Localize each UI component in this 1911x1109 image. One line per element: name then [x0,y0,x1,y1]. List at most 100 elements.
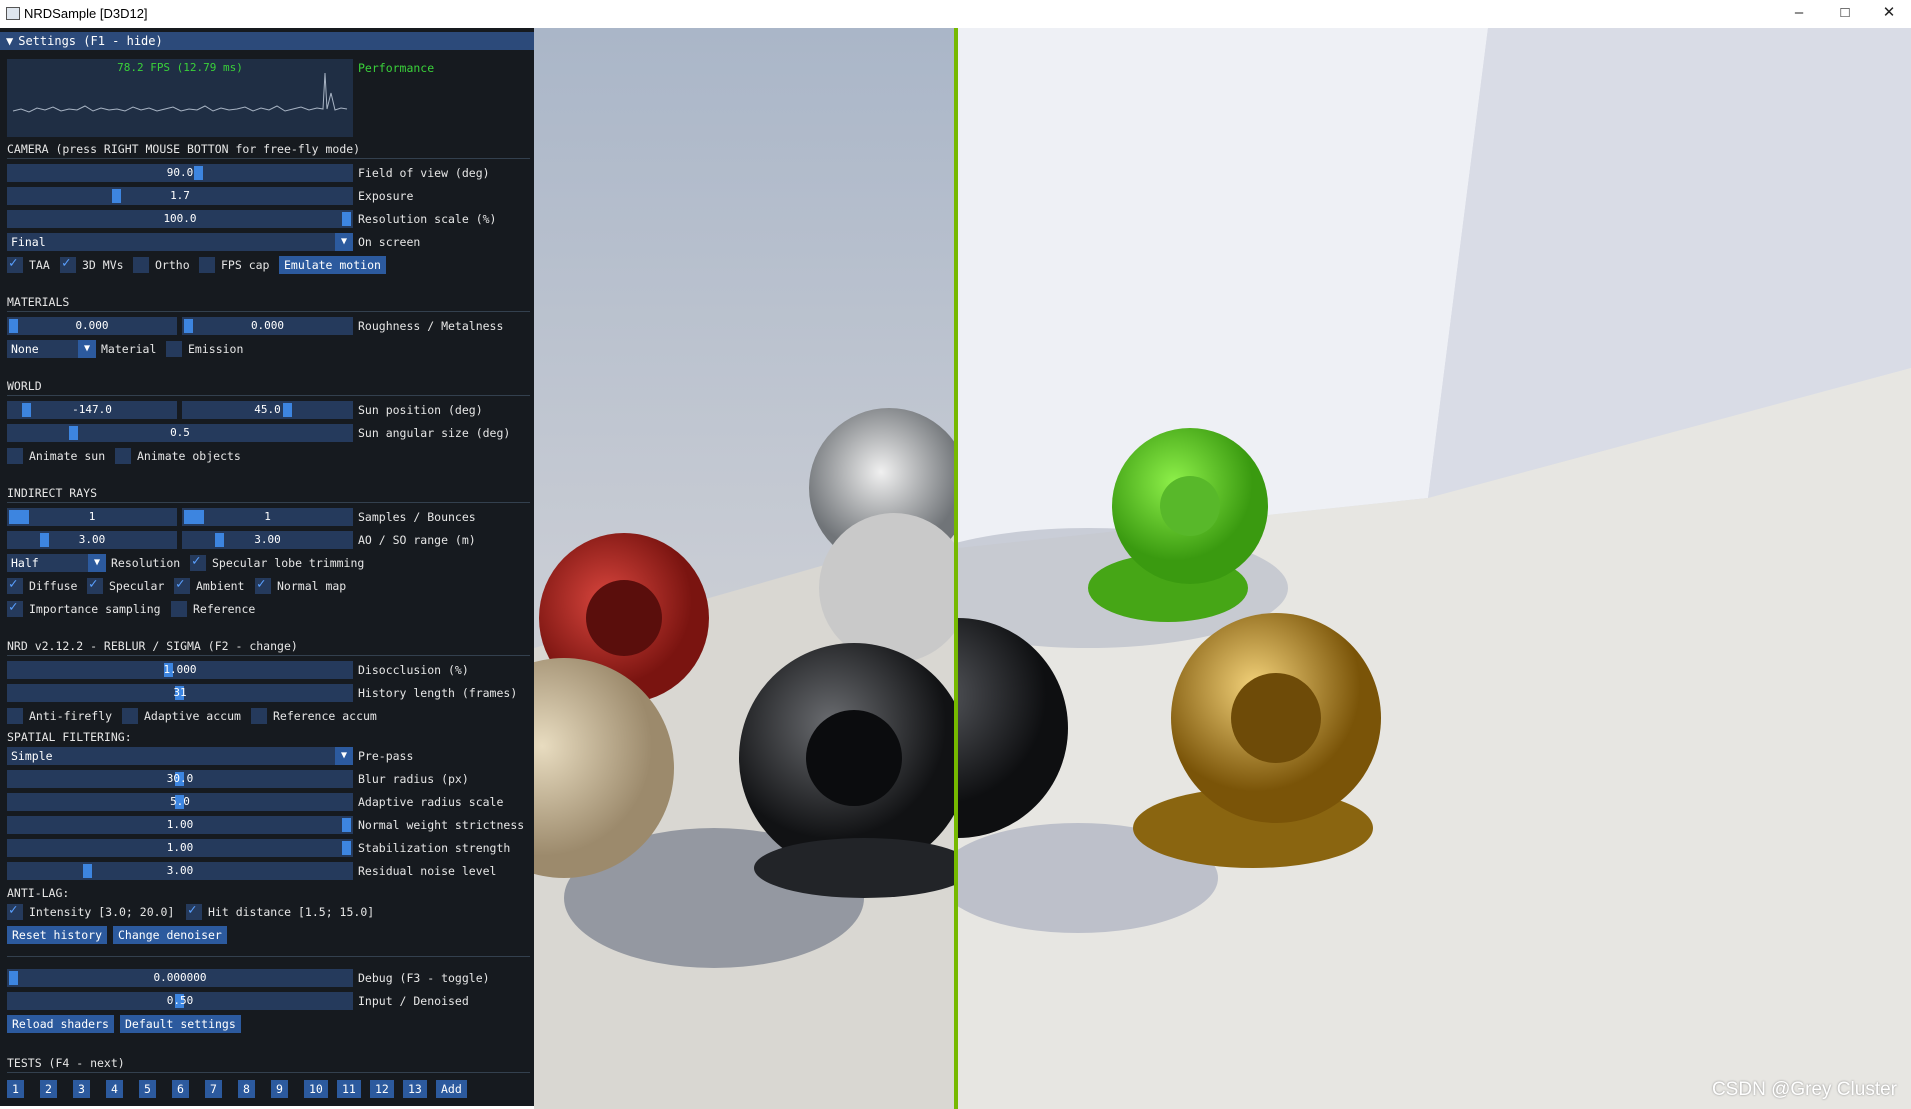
animate-sun-checkbox[interactable] [7,448,23,464]
specular-checkbox[interactable] [87,576,103,594]
minimize-button[interactable]: – [1777,0,1821,28]
slider-grab[interactable] [22,403,31,417]
test-button-12[interactable]: 12 [370,1080,394,1098]
samples-slider[interactable]: 1 [7,508,177,526]
fov-slider[interactable]: 90.0 [7,164,353,182]
adaptive-accum-checkbox[interactable] [122,708,138,724]
disocclusion-slider[interactable]: 1.000 [7,661,353,679]
slider-grab[interactable] [184,510,204,524]
residual-noise-slider[interactable]: 3.00 [7,862,353,880]
slider-grab[interactable] [83,864,92,878]
slider-grab[interactable] [342,818,351,832]
metalness-slider[interactable]: 0.000 [182,317,353,335]
render-viewport[interactable]: CSDN @Grey Cluster [534,28,1911,1109]
collapse-arrow-icon[interactable]: ▼ [6,34,13,48]
slider-grab[interactable] [184,319,193,333]
input-denoised-slider[interactable]: 0.50 [7,992,353,1010]
default-settings-button[interactable]: Default settings [120,1015,241,1033]
add-test-button[interactable]: Add [436,1080,467,1098]
reload-shaders-button[interactable]: Reload shaders [7,1015,114,1033]
prepass-label: Pre-pass [358,749,414,763]
test-button-2[interactable]: 2 [40,1080,57,1098]
so-range-slider[interactable]: 3.00 [182,531,353,549]
blur-radius-slider[interactable]: 30.0 [7,770,353,788]
emulate-motion-button[interactable]: Emulate motion [279,256,386,274]
settings-header[interactable]: ▼ Settings (F1 - hide) [0,32,534,50]
fov-value: 90.0 [166,166,194,179]
3d-mvs-checkbox[interactable] [60,255,76,273]
slider-grab[interactable] [342,841,351,855]
debug-slider[interactable]: 0.000000 [7,969,353,987]
sun-azimuth-slider[interactable]: -147.0 [7,401,177,419]
window-title: NRDSample [D3D12] [24,6,148,21]
slider-grab[interactable] [40,533,49,547]
slider-grab[interactable] [9,510,29,524]
test-button-6[interactable]: 6 [172,1080,189,1098]
on-screen-value: Final [11,235,46,249]
slider-grab[interactable] [9,319,18,333]
material-combo[interactable]: None ▼ [7,340,96,358]
dropdown-arrow-icon[interactable]: ▼ [88,554,106,572]
normal-map-checkbox[interactable] [255,576,271,594]
dropdown-arrow-icon[interactable]: ▼ [335,747,353,765]
ao-range-slider[interactable]: 3.00 [7,531,177,549]
prepass-combo[interactable]: Simple ▼ [7,747,353,765]
stabilization-slider[interactable]: 1.00 [7,839,353,857]
test-button-7[interactable]: 7 [205,1080,222,1098]
diffuse-checkbox[interactable] [7,576,23,594]
taa-label: TAA [29,258,50,272]
test-button-8[interactable]: 8 [238,1080,255,1098]
close-button[interactable]: ✕ [1867,0,1911,28]
sun-angular-size-slider[interactable]: 0.5 [7,424,353,442]
history-length-slider[interactable]: 31 [7,684,353,702]
dropdown-arrow-icon[interactable]: ▼ [78,340,96,358]
slider-grab[interactable] [9,971,18,985]
test-button-10[interactable]: 10 [304,1080,328,1098]
test-button-3[interactable]: 3 [73,1080,90,1098]
test-button-11[interactable]: 11 [337,1080,361,1098]
settings-title: Settings (F1 - hide) [18,34,163,48]
specular-lobe-checkbox[interactable] [190,553,206,571]
bounces-slider[interactable]: 1 [182,508,353,526]
slider-grab[interactable] [215,533,224,547]
animate-objects-checkbox[interactable] [115,448,131,464]
hit-distance-label: Hit distance [1.5; 15.0] [208,905,375,919]
change-denoiser-button[interactable]: Change denoiser [113,926,227,944]
emission-checkbox[interactable] [166,341,182,357]
test-button-4[interactable]: 4 [106,1080,123,1098]
slider-grab[interactable] [283,403,292,417]
metalness-value: 0.000 [250,319,285,332]
ambient-checkbox[interactable] [174,576,190,594]
slider-grab[interactable] [112,189,121,203]
test-button-1[interactable]: 1 [7,1080,24,1098]
reset-history-button[interactable]: Reset history [7,926,108,944]
ortho-label: Ortho [155,258,190,272]
test-button-5[interactable]: 5 [139,1080,156,1098]
taa-checkbox[interactable] [7,255,23,273]
test-button-9[interactable]: 9 [271,1080,288,1098]
ortho-checkbox[interactable] [133,257,149,273]
slider-grab[interactable] [69,426,78,440]
anti-firefly-checkbox[interactable] [7,708,23,724]
fps-cap-checkbox[interactable] [199,257,215,273]
sun-elevation-slider[interactable]: 45.0 [182,401,353,419]
test-button-13[interactable]: 13 [403,1080,427,1098]
normal-weight-slider[interactable]: 1.00 [7,816,353,834]
adaptive-radius-slider[interactable]: 5.0 [7,793,353,811]
reference-checkbox[interactable] [171,601,187,617]
resolution-combo[interactable]: Half ▼ [7,554,106,572]
importance-sampling-checkbox[interactable] [7,599,23,617]
reference-accum-checkbox[interactable] [251,708,267,724]
exposure-slider[interactable]: 1.7 [7,187,353,205]
samples-bounces-label: Samples / Bounces [358,510,476,524]
roughness-slider[interactable]: 0.000 [7,317,177,335]
resolution-scale-slider[interactable]: 100.0 [7,210,353,228]
debug-value: 0.000000 [153,971,207,984]
slider-grab[interactable] [194,166,203,180]
intensity-checkbox[interactable] [7,902,23,920]
maximize-button[interactable]: □ [1823,0,1867,28]
slider-grab[interactable] [342,212,351,226]
on-screen-combo[interactable]: Final ▼ [7,233,353,251]
hit-distance-checkbox[interactable] [186,902,202,920]
dropdown-arrow-icon[interactable]: ▼ [335,233,353,251]
